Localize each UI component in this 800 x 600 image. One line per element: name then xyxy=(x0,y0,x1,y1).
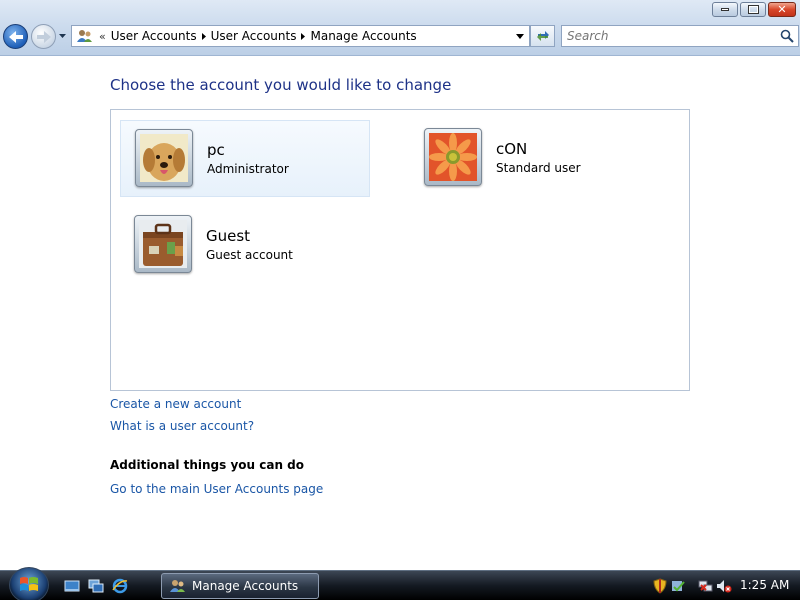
account-type: Guest account xyxy=(206,248,293,262)
suitcase-picture xyxy=(139,220,187,268)
chevron-down-icon xyxy=(58,34,66,38)
network-disconnected-icon[interactable] xyxy=(698,578,714,594)
main-user-accounts-link[interactable]: Go to the main User Accounts page xyxy=(110,482,323,496)
taskbar-button-label: Manage Accounts xyxy=(192,579,299,593)
dog-picture xyxy=(140,134,188,182)
chevron-down-icon xyxy=(516,33,524,39)
recent-pages-dropdown[interactable] xyxy=(57,31,67,41)
account-name: pc xyxy=(207,141,225,159)
account-name: Guest xyxy=(206,227,251,245)
accounts-list: pc Administrator cON Standard user Guest… xyxy=(110,109,690,391)
forward-button[interactable] xyxy=(31,24,56,49)
page-title: Choose the account you would like to cha… xyxy=(110,76,452,94)
navigation-bar: ✕ « User Accounts User Accounts Manage A… xyxy=(0,0,800,56)
system-clock[interactable]: 1:25 AM xyxy=(740,578,789,592)
additional-things-heading: Additional things you can do xyxy=(110,458,305,472)
account-picture xyxy=(134,215,192,273)
account-type: Administrator xyxy=(207,162,289,176)
flower-picture xyxy=(429,133,477,181)
restore-icon xyxy=(747,5,759,14)
minimize-icon xyxy=(721,8,729,11)
start-button[interactable] xyxy=(9,567,49,600)
switch-windows-icon[interactable] xyxy=(88,578,104,594)
account-tile-pc[interactable]: pc Administrator xyxy=(120,120,370,197)
arrow-right-icon xyxy=(36,30,51,43)
internet-explorer-icon[interactable] xyxy=(112,578,128,594)
taskbar: Manage Accounts 1:25 AM xyxy=(0,567,800,600)
user-accounts-icon xyxy=(170,580,185,592)
taskbar-button-manage-accounts[interactable]: Manage Accounts xyxy=(161,573,319,599)
breadcrumb-user-accounts-1[interactable]: User Accounts xyxy=(111,29,197,43)
close-icon: ✕ xyxy=(777,3,787,16)
volume-muted-icon[interactable] xyxy=(716,578,732,594)
user-accounts-icon xyxy=(75,27,95,45)
create-account-link[interactable]: Create a new account xyxy=(110,397,241,411)
back-button[interactable] xyxy=(3,24,28,49)
account-picture xyxy=(135,129,193,187)
minimize-button[interactable] xyxy=(712,2,738,17)
account-picture xyxy=(424,128,482,186)
address-bar[interactable]: « User Accounts User Accounts Manage Acc… xyxy=(71,25,530,47)
breadcrumb-user-accounts-2[interactable]: User Accounts xyxy=(211,29,297,43)
window-controls: ✕ xyxy=(712,2,796,17)
security-shield-icon[interactable] xyxy=(652,578,668,594)
account-tile-con[interactable]: cON Standard user xyxy=(410,120,660,197)
overflow-chevron[interactable]: « xyxy=(99,30,106,43)
what-is-user-account-link[interactable]: What is a user account? xyxy=(110,419,254,433)
windows-logo-icon xyxy=(20,577,38,591)
account-type: Standard user xyxy=(496,161,581,175)
search-icon[interactable] xyxy=(780,29,794,43)
restore-button[interactable] xyxy=(740,2,766,17)
search-box[interactable] xyxy=(561,25,799,47)
refresh-button[interactable] xyxy=(530,25,555,47)
address-dropdown[interactable] xyxy=(514,31,526,41)
breadcrumb-manage-accounts[interactable]: Manage Accounts xyxy=(310,29,416,43)
arrow-left-icon xyxy=(8,30,23,43)
account-name: cON xyxy=(496,140,528,158)
close-button[interactable]: ✕ xyxy=(768,2,796,17)
account-tile-guest[interactable]: Guest Guest account xyxy=(120,207,370,284)
breadcrumb-separator-icon[interactable] xyxy=(296,32,310,40)
refresh-icon xyxy=(536,31,549,41)
search-input[interactable] xyxy=(567,29,767,43)
breadcrumb-separator-icon[interactable] xyxy=(197,32,211,40)
windows-defender-icon[interactable] xyxy=(670,578,686,594)
show-desktop-icon[interactable] xyxy=(64,578,80,594)
